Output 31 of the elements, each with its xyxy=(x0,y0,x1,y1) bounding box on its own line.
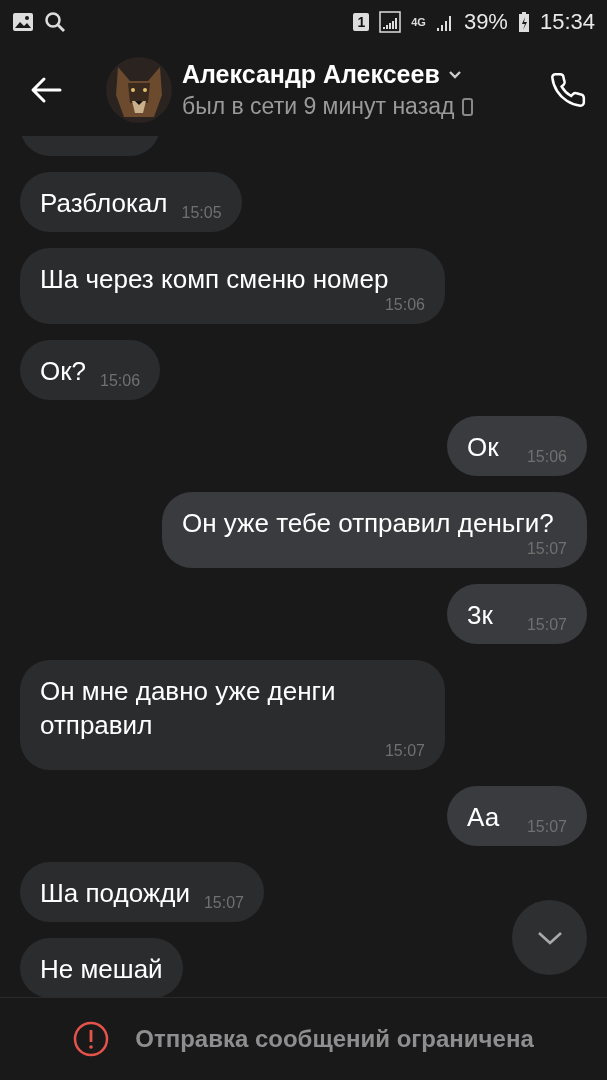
clock: 15:34 xyxy=(539,9,595,35)
message-text: Он уже тебе отправил деньги? xyxy=(182,507,555,540)
message-text: Ша подожди xyxy=(40,877,190,910)
message-text: 3к xyxy=(467,599,494,632)
message-text: Аа xyxy=(467,801,501,834)
mobile-phone-icon xyxy=(462,97,474,116)
back-button[interactable] xyxy=(30,76,62,104)
battery-icon xyxy=(517,11,530,33)
message-text: Ок xyxy=(467,431,500,464)
message-time: 15:05 xyxy=(181,204,222,222)
battery-percent: 39% xyxy=(463,9,508,35)
message-text: Ок? xyxy=(40,355,87,388)
alert-icon xyxy=(73,1021,110,1057)
restriction-notice: Отправка сообщений ограничена xyxy=(135,1025,534,1053)
search-icon xyxy=(44,11,66,33)
gallery-icon xyxy=(12,12,34,32)
message-time: 15:06 xyxy=(384,296,425,314)
signal-icon xyxy=(379,11,402,33)
message-text: Он мне давно уже денги отправил xyxy=(40,675,337,742)
message-time: 15:07 xyxy=(203,894,244,912)
message-time: 15:06 xyxy=(100,372,141,390)
contact-name: Александр Алексеев xyxy=(182,60,440,89)
call-button[interactable] xyxy=(549,71,587,109)
message-text: Разблокал xyxy=(40,187,168,220)
sim-badge: 1 xyxy=(353,13,370,31)
last-seen-status: был в сети 9 минут назад xyxy=(182,93,455,120)
message-time: 15:07 xyxy=(384,742,425,760)
message-text: Не мешай xyxy=(40,953,163,986)
chevron-down-icon xyxy=(447,70,462,79)
network-type: 4G xyxy=(411,16,426,28)
message-text: Ша через комп сменю номер xyxy=(40,263,390,296)
